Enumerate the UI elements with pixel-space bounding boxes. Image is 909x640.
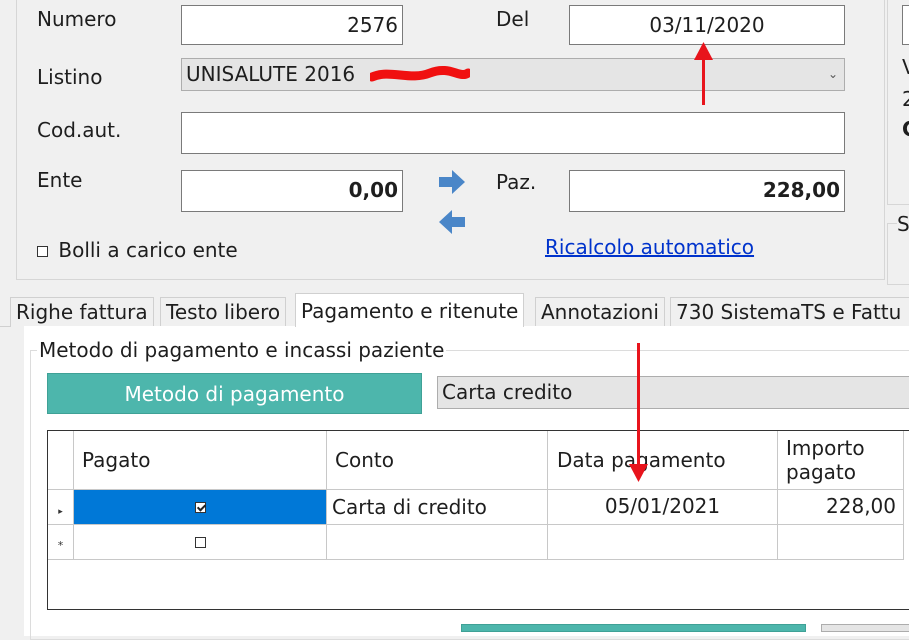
ricalcolo-link[interactable]: Ricalcolo automatico xyxy=(545,235,754,259)
metodo-pagamento-button[interactable]: Metodo di pagamento xyxy=(47,373,422,414)
pagato-checkbox[interactable] xyxy=(194,537,206,548)
bottom-teal-button[interactable] xyxy=(461,624,806,632)
row-current-marker: ▸ xyxy=(58,507,63,517)
right-panel-text-2: 2 xyxy=(902,87,909,111)
paz-amount-field[interactable]: 228,00 xyxy=(569,170,845,212)
col-header-data[interactable]: Data pagamento xyxy=(548,431,778,490)
pagato-checkbox[interactable] xyxy=(194,502,206,513)
bolli-checkbox[interactable] xyxy=(37,246,48,257)
right-panel-field[interactable] xyxy=(902,5,909,45)
numero-field[interactable]: 2576 xyxy=(181,5,403,45)
numero-label: Numero xyxy=(37,7,117,31)
payments-grid: Pagato Conto Data pagamento Importo paga… xyxy=(47,430,909,610)
row-new-marker: * xyxy=(57,539,64,552)
payment-group-title: Metodo di pagamento e incassi paziente xyxy=(37,338,447,362)
cell-conto[interactable]: Carta di credito xyxy=(327,490,548,525)
cell-data-pagamento[interactable] xyxy=(548,525,778,560)
bolli-checkbox-row[interactable]: Bolli a carico ente xyxy=(37,238,238,262)
cell-importo[interactable]: 228,00 xyxy=(778,490,904,525)
cell-conto[interactable] xyxy=(327,525,548,560)
right-panel-text-1: V xyxy=(902,55,909,79)
arrow-right-icon[interactable] xyxy=(437,168,467,196)
listino-value: UNISALUTE 2016 xyxy=(186,62,356,86)
paz-label: Paz. xyxy=(496,170,537,194)
metodo-pagamento-select[interactable]: Carta credito xyxy=(437,376,909,409)
chevron-down-icon[interactable]: ⌄ xyxy=(828,59,838,90)
codaut-label: Cod.aut. xyxy=(37,118,122,142)
tab-testo-libero[interactable]: Testo libero xyxy=(160,297,287,327)
arrow-left-icon[interactable] xyxy=(437,208,467,236)
cell-importo[interactable] xyxy=(778,525,904,560)
tab-pagamento-ritenute[interactable]: Pagamento e ritenute xyxy=(295,293,525,327)
col-header-conto[interactable]: Conto xyxy=(327,431,548,490)
row-indicator: * xyxy=(48,525,74,560)
redaction-scribble xyxy=(370,65,470,82)
row-indicator: ▸ xyxy=(48,490,74,525)
date-field[interactable]: 03/11/2020 xyxy=(569,5,845,45)
tab-righe-fattura[interactable]: Righe fattura xyxy=(10,297,154,327)
bottom-button[interactable] xyxy=(821,624,909,632)
col-header-pagato[interactable]: Pagato xyxy=(74,431,327,490)
right-panel-text-3: C xyxy=(902,117,909,141)
del-label: Del xyxy=(496,7,530,31)
bolli-label: Bolli a carico ente xyxy=(58,238,238,262)
tab-730-sistemats[interactable]: 730 SistemaTS e Fattu xyxy=(670,297,909,327)
cell-pagato[interactable] xyxy=(74,525,327,560)
ente-label: Ente xyxy=(37,168,83,192)
cell-data-pagamento[interactable]: 05/01/2021 xyxy=(548,490,778,525)
listino-label: Listino xyxy=(37,65,103,89)
col-header-importo[interactable]: Importo pagato xyxy=(778,431,904,490)
ente-amount-field[interactable]: 0,00 xyxy=(181,170,403,212)
right-panel-text-4: S xyxy=(897,212,909,236)
codaut-field[interactable] xyxy=(181,112,845,154)
metodo-pagamento-value: Carta credito xyxy=(442,380,573,404)
grid-corner xyxy=(48,431,74,490)
tab-annotazioni[interactable]: Annotazioni xyxy=(535,297,665,327)
cell-pagato[interactable] xyxy=(74,490,327,525)
listino-select[interactable]: UNISALUTE 2016 ⌄ xyxy=(181,58,845,91)
